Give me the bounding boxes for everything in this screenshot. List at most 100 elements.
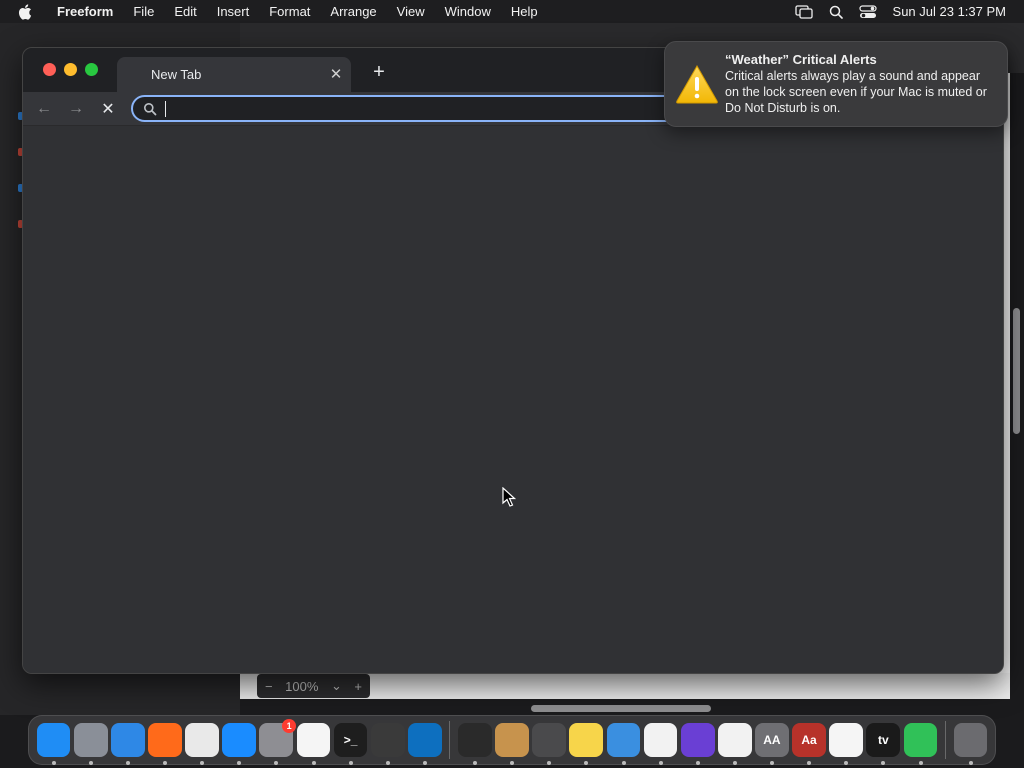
- dock-find-my-icon[interactable]: [903, 723, 938, 765]
- running-indicator: [348, 761, 353, 765]
- vertical-scrollbar[interactable]: [1013, 308, 1020, 434]
- address-input[interactable]: [166, 100, 666, 117]
- zoom-control: − 100% ⌄ +: [257, 674, 370, 698]
- display-icon[interactable]: [794, 4, 813, 20]
- menu-format[interactable]: Format: [259, 0, 320, 23]
- dock-icon-glyph: tv: [877, 733, 889, 747]
- running-indicator: [422, 761, 427, 765]
- dock-separator: [449, 721, 451, 759]
- running-indicator: [621, 761, 626, 765]
- running-indicator: [584, 761, 589, 765]
- dock-screenshot-icon[interactable]: [532, 723, 567, 765]
- zoom-menu-chevron-icon[interactable]: ⌄: [331, 678, 342, 694]
- running-indicator: [51, 761, 56, 765]
- running-indicator: [88, 761, 93, 765]
- warning-icon: [676, 64, 718, 104]
- dock-shortcuts-icon[interactable]: [680, 723, 715, 765]
- running-indicator: [918, 761, 923, 765]
- running-indicator: [658, 761, 663, 765]
- stop-loading-button[interactable]: ✕: [97, 98, 119, 120]
- apple-menu-icon[interactable]: [17, 3, 35, 21]
- window-minimize-button[interactable]: [64, 63, 77, 76]
- mouse-pointer-icon: [502, 487, 516, 507]
- running-indicator: [695, 761, 700, 765]
- browser-page-content[interactable]: [23, 126, 1003, 673]
- window-close-button[interactable]: [43, 63, 56, 76]
- dock-voice-memos-icon[interactable]: [458, 723, 492, 765]
- dock-finder-icon[interactable]: [36, 723, 71, 765]
- dock-safari-icon[interactable]: [110, 723, 145, 765]
- dock-textedit-icon[interactable]: [296, 723, 331, 765]
- forward-button[interactable]: →: [65, 98, 87, 120]
- back-button[interactable]: ←: [33, 98, 55, 120]
- dock-font-book-icon[interactable]: AA: [755, 723, 789, 765]
- running-indicator: [732, 761, 737, 765]
- dock-vscode-icon[interactable]: [407, 723, 442, 765]
- dock-dictionary-icon[interactable]: Aa: [792, 723, 826, 765]
- address-bar[interactable]: [131, 95, 691, 122]
- dock-trash-icon[interactable]: [953, 723, 988, 765]
- running-indicator: [844, 761, 849, 765]
- dock-icon-glyph: Aa: [801, 733, 817, 747]
- menu-help[interactable]: Help: [501, 0, 548, 23]
- dock-freeform-icon[interactable]: [829, 723, 864, 765]
- notification-badge: 1: [282, 719, 297, 733]
- zoom-in-button[interactable]: +: [354, 679, 362, 694]
- search-icon: [144, 102, 157, 115]
- dock: 1 >_ AA Aa tv: [28, 715, 996, 765]
- menu-arrange[interactable]: Arrange: [320, 0, 386, 23]
- running-indicator: [881, 761, 886, 765]
- running-indicator: [200, 761, 205, 765]
- menu-insert[interactable]: Insert: [207, 0, 260, 23]
- menu-clock[interactable]: Sun Jul 23 1:37 PM: [893, 4, 1006, 19]
- dock-reminders-icon[interactable]: [643, 723, 678, 765]
- running-indicator: [311, 761, 316, 765]
- menu-file[interactable]: File: [123, 0, 164, 23]
- zoom-level[interactable]: 100%: [285, 679, 318, 694]
- menu-window[interactable]: Window: [435, 0, 501, 23]
- dock-apple-tv-icon[interactable]: tv: [866, 723, 901, 765]
- running-indicator: [163, 761, 168, 765]
- notification-body: Critical alerts always play a sound and …: [725, 69, 987, 115]
- notification-text: “Weather” Critical Alerts Critical alert…: [725, 52, 995, 116]
- running-indicator: [237, 761, 242, 765]
- dock-news-icon[interactable]: [717, 723, 752, 765]
- tab-title: New Tab: [151, 67, 202, 82]
- running-indicator: [125, 761, 130, 765]
- menu-app-name[interactable]: Freeform: [49, 0, 123, 23]
- dock-icon-glyph: >_: [343, 733, 358, 747]
- new-tab-button[interactable]: +: [368, 61, 390, 83]
- critical-alerts-notification[interactable]: “Weather” Critical Alerts Critical alert…: [664, 41, 1008, 127]
- dock-launchpad-icon[interactable]: [73, 723, 108, 765]
- dock-notes-icon[interactable]: [569, 723, 604, 765]
- menu-edit[interactable]: Edit: [164, 0, 206, 23]
- menu-bar: Freeform File Edit Insert Format Arrange…: [0, 0, 1024, 23]
- dock-contacts-icon[interactable]: [495, 723, 529, 765]
- dock-app-store-icon[interactable]: [222, 723, 257, 765]
- dock-firefox-icon[interactable]: [148, 723, 182, 765]
- running-indicator: [807, 761, 812, 765]
- menu-view[interactable]: View: [387, 0, 435, 23]
- running-indicator: [385, 761, 390, 765]
- browser-window: New Tab ✕ + ← → ✕: [22, 47, 1004, 674]
- tab-new-tab[interactable]: New Tab ✕: [117, 57, 351, 92]
- search-icon[interactable]: [827, 4, 845, 20]
- running-indicator: [510, 761, 515, 765]
- control-center-icon[interactable]: [858, 4, 877, 20]
- running-indicator: [968, 761, 973, 765]
- running-indicator: [473, 761, 478, 765]
- dock-separator: [945, 721, 946, 759]
- dock-chrome-icon[interactable]: [185, 723, 219, 765]
- horizontal-scrollbar[interactable]: [531, 705, 711, 712]
- running-indicator: [274, 761, 279, 765]
- window-maximize-button[interactable]: [85, 63, 98, 76]
- dock-terminal-icon[interactable]: >_: [333, 723, 368, 765]
- running-indicator: [547, 761, 552, 765]
- zoom-out-button[interactable]: −: [265, 679, 273, 694]
- tab-close-icon[interactable]: ✕: [327, 65, 345, 83]
- dock-garageband-icon[interactable]: [370, 723, 405, 765]
- dock-system-settings-icon[interactable]: 1: [259, 719, 297, 765]
- notification-title: “Weather” Critical Alerts: [725, 52, 877, 67]
- dock-weather-icon[interactable]: [606, 723, 641, 765]
- dock-icon-glyph: AA: [763, 733, 781, 747]
